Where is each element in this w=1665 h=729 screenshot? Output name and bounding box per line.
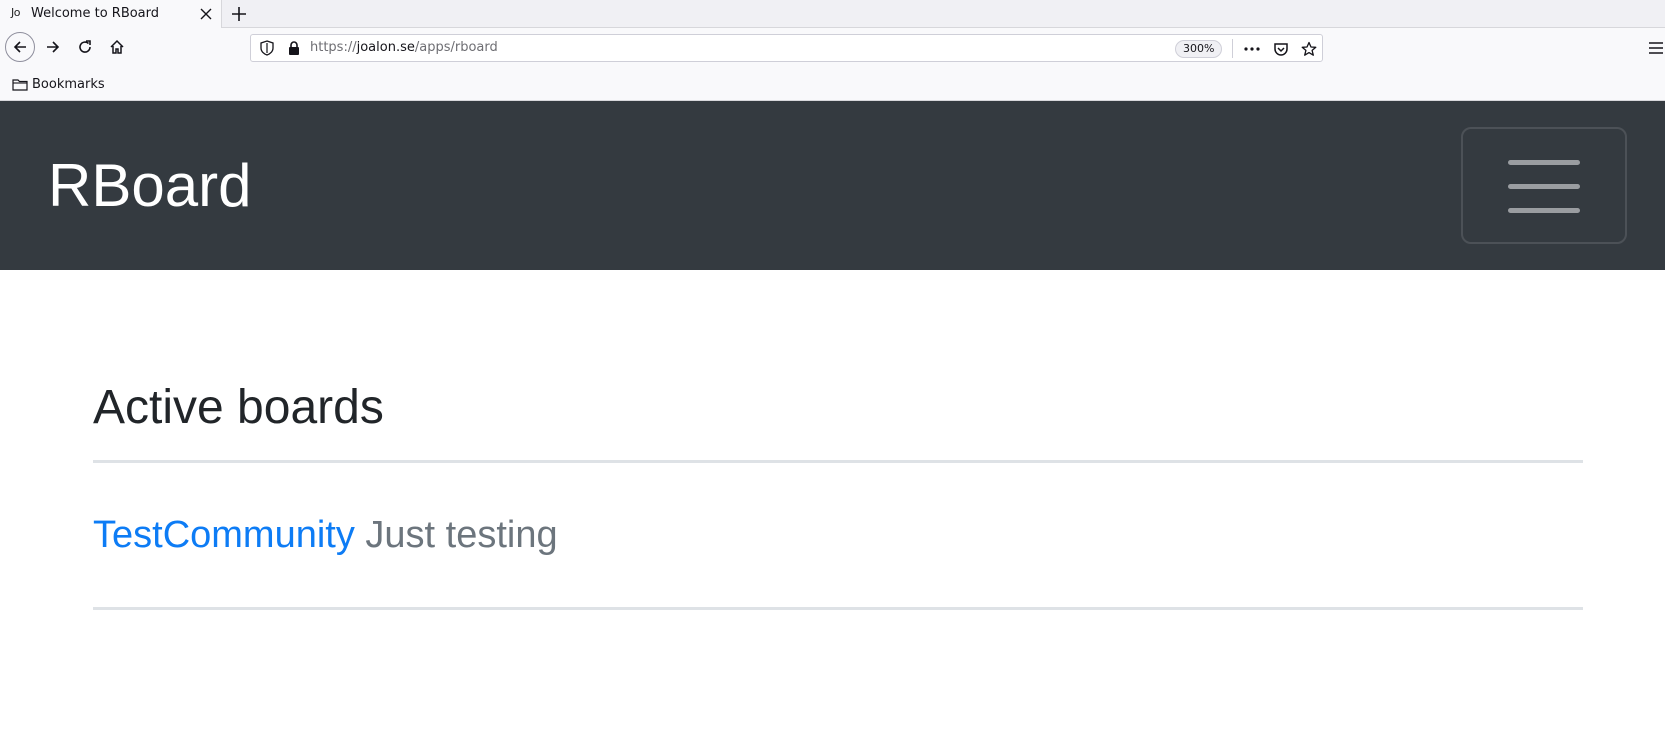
site-favicon: Jo bbox=[11, 6, 20, 19]
reload-button[interactable] bbox=[70, 32, 100, 62]
page-title: Active boards bbox=[93, 381, 384, 434]
toggler-bar bbox=[1508, 184, 1580, 189]
divider bbox=[93, 607, 1583, 610]
page-actions-button[interactable] bbox=[1242, 39, 1262, 59]
pocket-icon bbox=[1274, 43, 1288, 56]
tab-strip: Jo Welcome to RBoard bbox=[0, 0, 1665, 28]
back-button[interactable] bbox=[5, 32, 35, 62]
browser-tab[interactable]: Jo Welcome to RBoard bbox=[0, 0, 222, 28]
folder-icon[interactable] bbox=[12, 78, 28, 91]
bookmarks-folder-label[interactable]: Bookmarks bbox=[32, 77, 105, 92]
divider bbox=[1232, 39, 1233, 58]
arrow-right-icon bbox=[47, 41, 60, 53]
bookmarks-toolbar: Bookmarks bbox=[0, 68, 1665, 101]
home-icon bbox=[110, 39, 124, 54]
url-text[interactable]: https://joalon.se/apps/rboard bbox=[310, 40, 498, 55]
url-path: /apps/rboard bbox=[414, 40, 498, 55]
browser-toolbar: https://joalon.se/apps/rboard 300% bbox=[0, 28, 1665, 68]
tracking-protection-shield-icon[interactable] bbox=[260, 40, 274, 56]
list-item: TestCommunity Just testing bbox=[93, 512, 558, 558]
more-horizontal-icon bbox=[1244, 47, 1260, 51]
bookmark-star-button[interactable] bbox=[1299, 39, 1319, 59]
forward-button[interactable] bbox=[38, 32, 68, 62]
toggler-bar bbox=[1508, 208, 1580, 213]
tab-title: Welcome to RBoard bbox=[31, 6, 160, 21]
hamburger-menu-icon[interactable] bbox=[1648, 38, 1664, 58]
pocket-button[interactable] bbox=[1271, 39, 1291, 59]
home-button[interactable] bbox=[102, 32, 132, 62]
address-bar[interactable]: https://joalon.se/apps/rboard 300% bbox=[250, 34, 1323, 62]
navbar-toggler-button[interactable] bbox=[1461, 127, 1627, 244]
site-navbar: RBoard bbox=[0, 101, 1665, 270]
reload-icon bbox=[79, 40, 91, 53]
board-link[interactable]: TestCommunity bbox=[93, 514, 355, 556]
board-description: Just testing bbox=[365, 514, 558, 556]
divider bbox=[93, 460, 1583, 463]
url-host: joalon.se bbox=[356, 40, 415, 55]
arrow-left-icon bbox=[13, 41, 26, 53]
close-tab-icon[interactable] bbox=[199, 7, 213, 21]
site-brand[interactable]: RBoard bbox=[48, 151, 251, 221]
url-scheme: https:// bbox=[310, 40, 357, 55]
zoom-level-badge[interactable]: 300% bbox=[1175, 40, 1223, 58]
star-icon bbox=[1301, 41, 1317, 56]
new-tab-icon[interactable] bbox=[230, 5, 248, 23]
toggler-bar bbox=[1508, 160, 1580, 165]
lock-icon[interactable] bbox=[287, 40, 301, 56]
